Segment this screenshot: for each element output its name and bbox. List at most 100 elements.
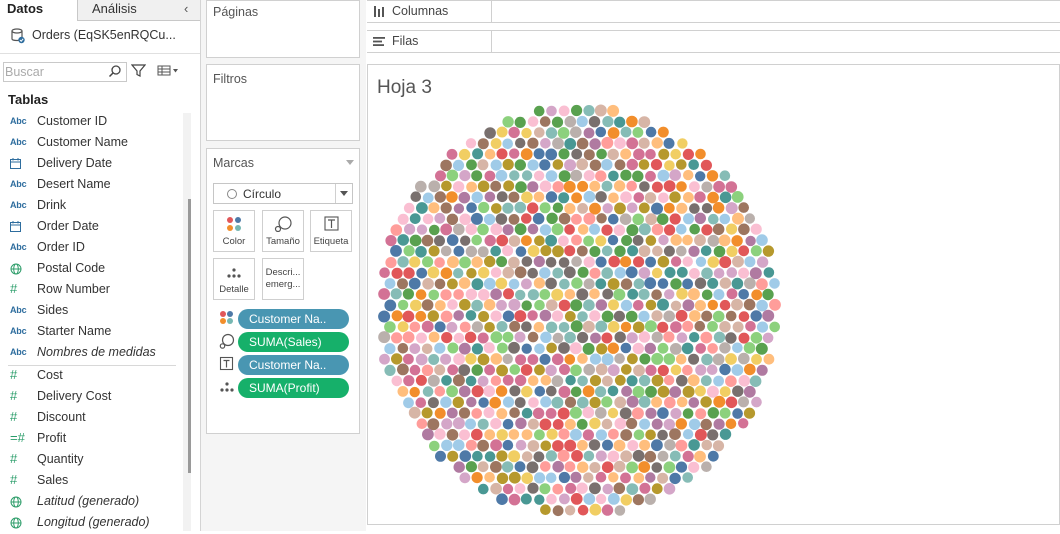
bubble-mark[interactable]: [588, 439, 601, 451]
columns-shelf[interactable]: Columnas: [367, 0, 1060, 23]
bubble-mark[interactable]: [483, 299, 496, 311]
bubble-mark[interactable]: [701, 224, 713, 236]
bubble-mark[interactable]: [509, 407, 520, 419]
bubble-mark[interactable]: [743, 298, 756, 311]
bubble-mark[interactable]: [726, 267, 738, 278]
bubble-mark[interactable]: [527, 289, 539, 301]
bubble-mark[interactable]: [477, 223, 489, 236]
bubble-mark[interactable]: [496, 234, 509, 247]
bubble-mark[interactable]: [726, 245, 738, 257]
bubble-mark[interactable]: [595, 170, 607, 182]
bubble-mark[interactable]: [657, 472, 669, 484]
bubble-mark[interactable]: [589, 267, 601, 279]
bubble-mark[interactable]: [755, 342, 768, 355]
bubble-mark[interactable]: [565, 375, 576, 386]
bubble-mark[interactable]: [607, 450, 620, 463]
bubble-mark[interactable]: [576, 418, 588, 430]
bubble-mark[interactable]: [470, 212, 483, 225]
bubble-mark[interactable]: [751, 396, 762, 408]
bubble-mark[interactable]: [694, 300, 706, 312]
bubble-mark[interactable]: [539, 267, 551, 279]
bubble-mark[interactable]: [434, 386, 446, 397]
bubble-mark[interactable]: [403, 245, 415, 257]
bubble-mark[interactable]: [539, 483, 551, 495]
bubble-mark[interactable]: [669, 428, 681, 440]
bubble-mark[interactable]: [385, 257, 397, 269]
bubble-mark[interactable]: [577, 311, 588, 322]
bubble-mark[interactable]: [732, 342, 743, 354]
bubble-mark[interactable]: [731, 364, 744, 376]
bubble-mark[interactable]: [676, 181, 687, 192]
bubble-mark[interactable]: [441, 439, 453, 451]
bubble-mark[interactable]: [762, 309, 775, 322]
bubble-mark[interactable]: [762, 332, 774, 344]
bubble-mark[interactable]: [545, 170, 558, 182]
bubble-mark[interactable]: [559, 364, 570, 375]
bubble-mark[interactable]: [391, 310, 403, 322]
bubble-mark[interactable]: [670, 408, 682, 419]
bubble-mark[interactable]: [533, 255, 545, 268]
bubble-mark[interactable]: [695, 148, 706, 160]
bubble-mark[interactable]: [750, 223, 762, 235]
bubble-mark[interactable]: [676, 332, 688, 343]
bubble-mark[interactable]: [701, 203, 713, 214]
bubble-mark[interactable]: [409, 386, 420, 398]
bubble-mark[interactable]: [508, 298, 521, 311]
bubble-mark[interactable]: [391, 375, 403, 387]
bubble-mark[interactable]: [631, 407, 644, 420]
bubble-mark[interactable]: [552, 267, 564, 279]
bubble-mark[interactable]: [534, 343, 545, 355]
bubble-mark[interactable]: [670, 300, 682, 311]
bubble-mark[interactable]: [601, 461, 614, 474]
bubble-mark[interactable]: [569, 406, 582, 419]
bubble-mark[interactable]: [427, 266, 440, 279]
bubble-mark[interactable]: [453, 268, 464, 279]
bubble-mark[interactable]: [484, 451, 496, 462]
bubble-mark[interactable]: [571, 213, 582, 225]
bubble-mark[interactable]: [471, 343, 483, 355]
bubble-mark[interactable]: [589, 503, 602, 516]
bubble-mark[interactable]: [415, 289, 427, 300]
bubble-mark[interactable]: [663, 353, 676, 365]
bubble-mark[interactable]: [422, 213, 434, 225]
bubble-mark[interactable]: [534, 364, 545, 376]
bubble-mark[interactable]: [664, 439, 676, 451]
bubble-mark[interactable]: [645, 149, 656, 160]
bubble-mark[interactable]: [434, 235, 445, 247]
bubble-mark[interactable]: [713, 180, 725, 193]
bubble-mark[interactable]: [657, 321, 669, 333]
bubble-mark[interactable]: [434, 407, 446, 419]
bubble-mark[interactable]: [409, 343, 421, 354]
bubble-mark[interactable]: [602, 439, 613, 451]
bubble-mark[interactable]: [608, 299, 619, 311]
bubble-mark[interactable]: [564, 418, 576, 430]
bubble-mark[interactable]: [384, 364, 396, 376]
bubble-mark[interactable]: [534, 299, 545, 311]
bubble-mark[interactable]: [682, 234, 693, 246]
bubble-mark[interactable]: [402, 310, 415, 323]
bubble-mark[interactable]: [583, 256, 595, 268]
bubble-mark[interactable]: [558, 322, 570, 333]
filter-icon[interactable]: [131, 63, 146, 78]
size-button[interactable]: Tamaño: [262, 210, 304, 252]
bubble-mark[interactable]: [502, 266, 515, 279]
bubble-mark[interactable]: [497, 342, 508, 354]
bubble-mark[interactable]: [495, 169, 508, 182]
datasource-name[interactable]: Orders (EqSK5enRQCu...: [32, 28, 176, 42]
bubble-mark[interactable]: [441, 332, 453, 344]
bubble-mark[interactable]: [738, 267, 750, 279]
bubble-mark[interactable]: [471, 256, 483, 268]
bubble-mark[interactable]: [440, 396, 452, 408]
bubble-mark[interactable]: [589, 482, 601, 495]
bubble-mark[interactable]: [682, 148, 694, 160]
bubble-mark[interactable]: [508, 450, 521, 463]
bubble-mark[interactable]: [700, 375, 712, 387]
bubble-mark[interactable]: [514, 266, 527, 279]
field-row-number[interactable]: # Row Number: [0, 280, 183, 301]
bubble-mark[interactable]: [546, 299, 558, 311]
bubble-mark[interactable]: [428, 245, 440, 257]
label-pill[interactable]: Customer Na..: [238, 355, 349, 375]
bubble-mark[interactable]: [397, 321, 409, 333]
bubble-mark[interactable]: [626, 395, 639, 408]
bubble-mark[interactable]: [453, 353, 465, 366]
